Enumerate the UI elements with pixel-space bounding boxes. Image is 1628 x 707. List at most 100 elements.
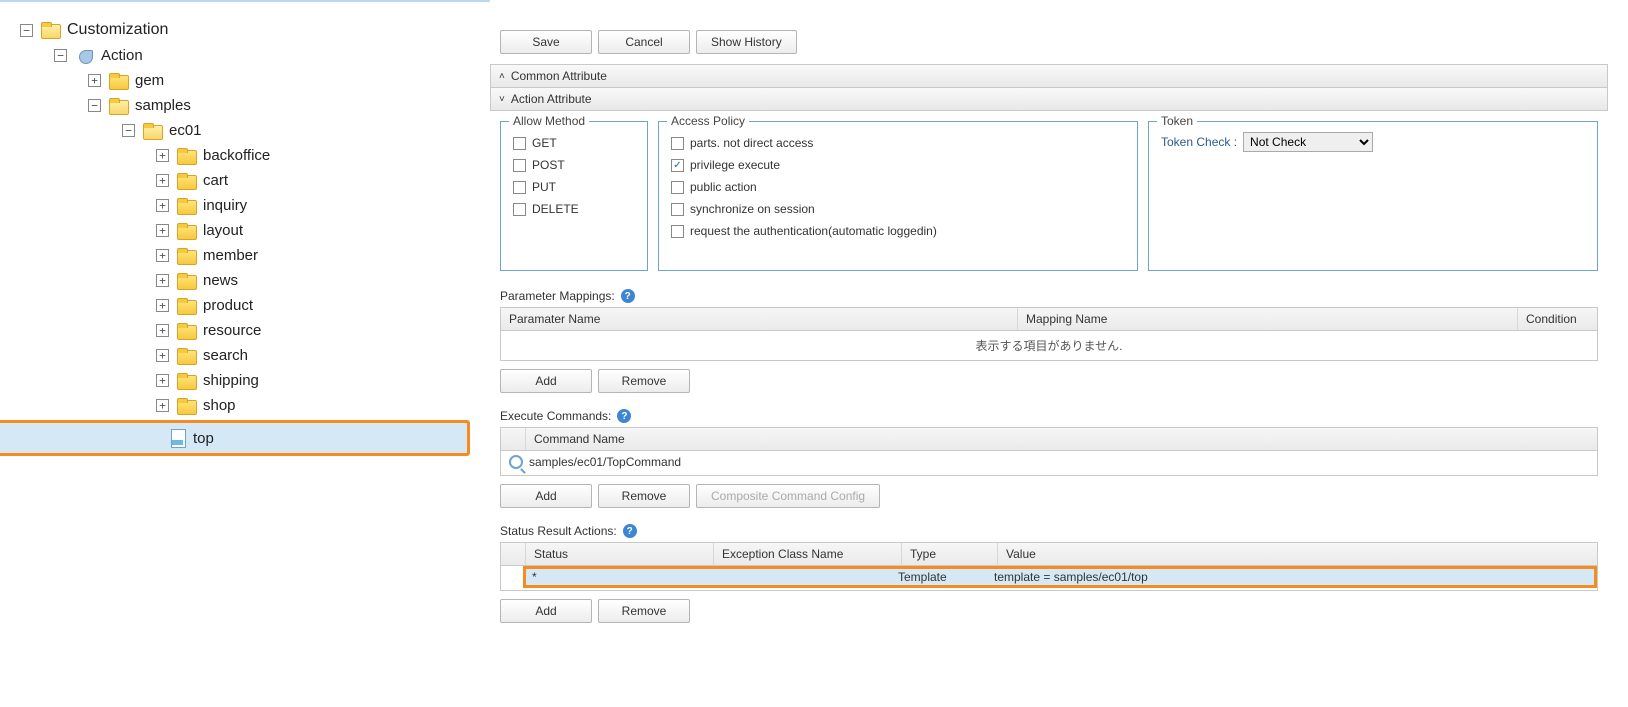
column-header[interactable]: Command Name xyxy=(525,428,1597,450)
expand-icon[interactable]: + xyxy=(88,74,101,87)
checkbox-sync[interactable]: synchronize on session xyxy=(671,198,1125,220)
tree-ec01[interactable]: − ec01 xyxy=(122,118,480,143)
add-button[interactable]: Add xyxy=(500,369,592,393)
tree-item[interactable]: + search xyxy=(156,343,480,368)
table-row-selected[interactable]: * Template template = samples/ec01/top xyxy=(523,566,1597,588)
tree-samples[interactable]: − samples xyxy=(88,93,480,118)
save-button[interactable]: Save xyxy=(500,30,592,54)
chevron-down-icon: ˅ xyxy=(499,94,505,105)
expand-icon[interactable]: + xyxy=(156,249,169,262)
expand-icon[interactable]: + xyxy=(156,149,169,162)
checkbox-parts[interactable]: parts. not direct access xyxy=(671,132,1125,154)
checkbox-icon xyxy=(671,181,684,194)
folder-icon xyxy=(109,73,129,89)
nav-tree: − Customization − Action + gem − samples… xyxy=(0,0,490,707)
tree-item[interactable]: + news xyxy=(156,268,480,293)
tree-label: shop xyxy=(203,397,236,414)
column-header[interactable]: Value xyxy=(997,543,1597,565)
column-header[interactable]: Exception Class Name xyxy=(713,543,901,565)
expand-icon[interactable]: + xyxy=(156,174,169,187)
tree-item[interactable]: +resource xyxy=(156,318,480,343)
collapse-icon[interactable]: − xyxy=(20,24,33,37)
tree-gem[interactable]: + gem xyxy=(88,68,480,93)
checkbox-post[interactable]: POST xyxy=(513,154,635,176)
section-title: Common Attribute xyxy=(511,69,607,83)
column-header[interactable]: Mapping Name xyxy=(1017,308,1517,330)
tree-label: news xyxy=(203,272,238,289)
folder-icon xyxy=(177,223,197,239)
legend: Access Policy xyxy=(667,114,749,128)
folder-icon xyxy=(177,248,197,264)
legend: Allow Method xyxy=(509,114,589,128)
column-header[interactable]: Paramater Name xyxy=(501,308,1017,330)
tree-label: Action xyxy=(101,47,143,64)
help-icon[interactable]: ? xyxy=(617,409,631,423)
folder-icon xyxy=(109,98,129,114)
tree-label: ec01 xyxy=(169,122,202,139)
tree-item[interactable]: + shop xyxy=(156,393,480,418)
expand-icon[interactable]: + xyxy=(156,324,169,337)
tree-action[interactable]: − Action xyxy=(54,43,480,68)
section-common[interactable]: ˄ Common Attribute xyxy=(490,64,1608,88)
checkbox-put[interactable]: PUT xyxy=(513,176,635,198)
remove-button[interactable]: Remove xyxy=(598,599,690,623)
column-header[interactable]: Status xyxy=(525,543,713,565)
expand-icon[interactable]: + xyxy=(156,224,169,237)
exec-grid: Command Name samples/ec01/TopCommand xyxy=(500,427,1598,476)
folder-icon xyxy=(177,348,197,364)
expand-icon[interactable]: + xyxy=(156,199,169,212)
tree-label: search xyxy=(203,347,248,364)
table-row[interactable]: samples/ec01/TopCommand xyxy=(501,451,1597,473)
collapse-icon[interactable]: − xyxy=(122,124,135,137)
checkbox-icon xyxy=(513,137,526,150)
help-icon[interactable]: ? xyxy=(621,289,635,303)
tree-item[interactable]: +shipping xyxy=(156,368,480,393)
cell: template = samples/ec01/top xyxy=(994,570,1588,584)
status-grid: Status Exception Class Name Type Value *… xyxy=(500,542,1598,591)
help-icon[interactable]: ? xyxy=(623,524,637,538)
tree-item[interactable]: +cart xyxy=(156,168,480,193)
expand-icon[interactable]: + xyxy=(156,374,169,387)
add-button[interactable]: Add xyxy=(500,599,592,623)
tree-item[interactable]: +product xyxy=(156,293,480,318)
tree-item[interactable]: +layout xyxy=(156,218,480,243)
expand-icon[interactable]: + xyxy=(156,399,169,412)
checkbox-get[interactable]: GET xyxy=(513,132,635,154)
param-grid: Paramater Name Mapping Name Condition 表示… xyxy=(500,307,1598,361)
collapse-icon[interactable]: − xyxy=(88,99,101,112)
chevron-up-icon: ˄ xyxy=(499,71,505,82)
checkbox-delete[interactable]: DELETE xyxy=(513,198,635,220)
checkbox-privilege[interactable]: ✓privilege execute xyxy=(671,154,1125,176)
tree-root[interactable]: − Customization xyxy=(20,17,480,43)
token-label: Token Check : xyxy=(1161,135,1237,149)
checkbox-public[interactable]: public action xyxy=(671,176,1125,198)
cancel-button[interactable]: Cancel xyxy=(598,30,690,54)
column-header[interactable]: Type xyxy=(901,543,997,565)
remove-button[interactable]: Remove xyxy=(598,369,690,393)
tree-item[interactable]: +inquiry xyxy=(156,193,480,218)
checkbox-icon xyxy=(671,225,684,238)
tree-item[interactable]: +backoffice xyxy=(156,143,480,168)
tree-item[interactable]: +member xyxy=(156,243,480,268)
empty-message: 表示する項目がありません. xyxy=(501,331,1597,360)
tree-label: Customization xyxy=(67,21,168,39)
expand-icon[interactable]: + xyxy=(156,299,169,312)
checkbox-icon xyxy=(671,137,684,150)
expand-icon[interactable]: + xyxy=(156,274,169,287)
history-button[interactable]: Show History xyxy=(696,30,797,54)
checkbox-auth[interactable]: request the authentication(automatic log… xyxy=(671,220,1125,242)
checkbox-icon xyxy=(513,159,526,172)
folder-icon xyxy=(177,273,197,289)
section-action[interactable]: ˅ Action Attribute xyxy=(490,88,1608,111)
cell: * xyxy=(532,570,898,584)
collapse-icon[interactable]: − xyxy=(54,49,67,62)
legend: Token xyxy=(1157,114,1197,128)
search-icon[interactable] xyxy=(509,455,523,469)
add-button[interactable]: Add xyxy=(500,484,592,508)
token-select[interactable]: Not Check xyxy=(1243,132,1373,152)
folder-icon xyxy=(177,173,197,189)
tree-item-selected[interactable]: top xyxy=(0,420,470,456)
remove-button[interactable]: Remove xyxy=(598,484,690,508)
expand-icon[interactable]: + xyxy=(156,349,169,362)
column-header[interactable]: Condition xyxy=(1517,308,1597,330)
